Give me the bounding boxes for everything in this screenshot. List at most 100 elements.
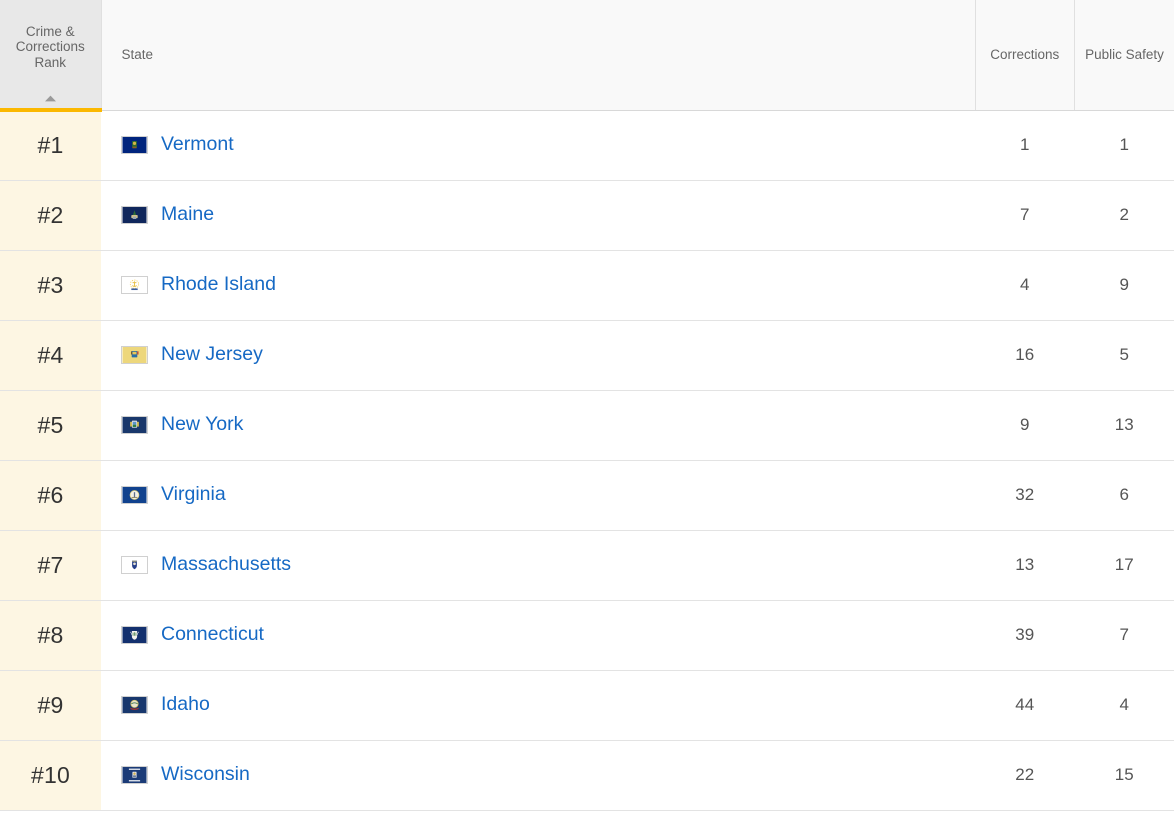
corrections-value: 44	[1015, 695, 1035, 714]
state-cell: Virginia	[101, 460, 975, 531]
state-link[interactable]: Virginia	[161, 485, 226, 505]
table-row: #4 New Jersey 16 5	[0, 320, 1174, 391]
column-header-rank[interactable]: Crime & Corrections Rank	[0, 0, 101, 112]
rank-value: #10	[31, 761, 70, 788]
public-safety-cell: 4	[1074, 670, 1174, 741]
table-row: #5 New York 9 13	[0, 390, 1174, 461]
rank-value: #4	[37, 341, 64, 368]
public-safety-value: 17	[1114, 555, 1134, 574]
table-header: Crime & Corrections Rank State Correctio…	[0, 0, 1174, 112]
corrections-cell: 1	[975, 110, 1075, 181]
rank-value: #2	[37, 201, 64, 228]
public-safety-cell: 17	[1074, 530, 1174, 601]
corrections-value: 1	[1020, 135, 1030, 154]
column-header-corrections-label: Corrections	[990, 47, 1060, 62]
corrections-value: 4	[1020, 275, 1030, 294]
state-link[interactable]: New York	[161, 415, 243, 435]
state-link[interactable]: Wisconsin	[161, 765, 250, 785]
rank-value: #9	[37, 691, 64, 718]
corrections-value: 13	[1015, 555, 1035, 574]
table-row: #9 Idaho 44 4	[0, 670, 1174, 741]
column-header-state-label: State	[121, 47, 154, 63]
state-cell: Massachusetts	[101, 530, 975, 601]
corrections-value: 39	[1015, 625, 1035, 644]
table-row: #10 Wisconsin 22 15	[0, 740, 1174, 811]
table-row: #1 Vermont 1 1	[0, 110, 1174, 181]
table-body: #1 Vermont 1 1 #2 Maine 7 2 #3 Rhode Island 4 9 #4 Ne…	[0, 110, 1174, 811]
corrections-cell: 22	[975, 740, 1075, 811]
corrections-cell: 13	[975, 530, 1075, 601]
rank-value: #7	[37, 551, 64, 578]
table-row: #8 Connecticut 39 7	[0, 600, 1174, 671]
flag-new-york-icon	[121, 416, 148, 434]
column-header-state[interactable]: State	[100, 0, 975, 111]
table-row: #3 Rhode Island 4 9	[0, 250, 1174, 321]
state-cell: Vermont	[101, 110, 975, 181]
state-link[interactable]: Rhode Island	[161, 275, 276, 295]
state-link[interactable]: Connecticut	[161, 625, 264, 645]
corrections-cell: 39	[975, 600, 1075, 671]
public-safety-value: 9	[1119, 275, 1129, 294]
state-cell: Connecticut	[101, 600, 975, 671]
flag-vermont-icon	[121, 136, 148, 154]
rank-value: #6	[37, 481, 64, 508]
state-link[interactable]: Idaho	[161, 695, 210, 715]
corrections-value: 7	[1020, 205, 1030, 224]
rank-cell: #5	[0, 390, 101, 461]
table-row: #2 Maine 7 2	[0, 180, 1174, 251]
flag-connecticut-icon	[121, 626, 148, 644]
public-safety-value: 6	[1119, 485, 1129, 504]
sort-ascending-caret-icon[interactable]	[0, 95, 101, 102]
public-safety-cell: 6	[1074, 460, 1174, 531]
state-cell: New Jersey	[101, 320, 975, 391]
rank-value: #1	[37, 132, 64, 159]
corrections-value: 9	[1020, 415, 1030, 434]
flag-virginia-icon	[121, 486, 148, 504]
corrections-cell: 44	[975, 670, 1075, 741]
rank-cell: #6	[0, 460, 101, 531]
column-header-public-safety[interactable]: Public Safety	[1074, 0, 1174, 111]
flag-massachusetts-icon	[121, 556, 148, 574]
state-cell: Rhode Island	[101, 250, 975, 321]
corrections-cell: 9	[975, 390, 1075, 461]
public-safety-value: 2	[1119, 205, 1129, 224]
column-header-public-safety-label: Public Safety	[1085, 47, 1164, 62]
column-header-corrections[interactable]: Corrections	[974, 0, 1075, 111]
state-link[interactable]: New Jersey	[161, 345, 263, 365]
state-link[interactable]: Maine	[161, 205, 214, 225]
rank-value: #8	[37, 621, 64, 648]
state-cell: New York	[101, 390, 975, 461]
column-header-rank-label: Crime & Corrections Rank	[15, 23, 85, 70]
public-safety-cell: 9	[1074, 250, 1174, 321]
flag-maine-icon	[121, 206, 148, 224]
flag-new-jersey-icon	[121, 346, 148, 364]
rank-cell: #9	[0, 670, 101, 741]
public-safety-cell: 2	[1074, 180, 1174, 251]
public-safety-value: 7	[1119, 625, 1129, 644]
flag-rhode-island-icon	[121, 276, 148, 294]
rank-cell: #4	[0, 320, 101, 391]
rank-cell: #1	[0, 110, 101, 181]
corrections-value: 22	[1015, 765, 1035, 784]
rank-cell: #7	[0, 530, 101, 601]
state-cell: Maine	[101, 180, 975, 251]
public-safety-value: 4	[1119, 695, 1129, 714]
rank-cell: #2	[0, 180, 101, 251]
public-safety-cell: 15	[1074, 740, 1174, 811]
state-link[interactable]: Massachusetts	[161, 555, 291, 575]
flag-idaho-icon	[121, 696, 148, 714]
corrections-cell: 7	[975, 180, 1075, 251]
state-link[interactable]: Vermont	[161, 135, 234, 155]
flag-wisconsin-icon	[121, 766, 148, 784]
public-safety-value: 5	[1119, 345, 1129, 364]
rank-value: #3	[37, 271, 64, 298]
public-safety-value: 15	[1114, 765, 1134, 784]
table-header-row: Crime & Corrections Rank State Correctio…	[0, 0, 1174, 112]
corrections-cell: 4	[975, 250, 1075, 321]
corrections-cell: 16	[975, 320, 1075, 391]
public-safety-cell: 1	[1074, 110, 1174, 181]
public-safety-value: 13	[1114, 415, 1134, 434]
table-row: #7 Massachusetts 13 17	[0, 530, 1174, 601]
crime-corrections-ranking-table: Crime & Corrections Rank State Correctio…	[0, 0, 1174, 811]
state-cell: Idaho	[101, 670, 975, 741]
